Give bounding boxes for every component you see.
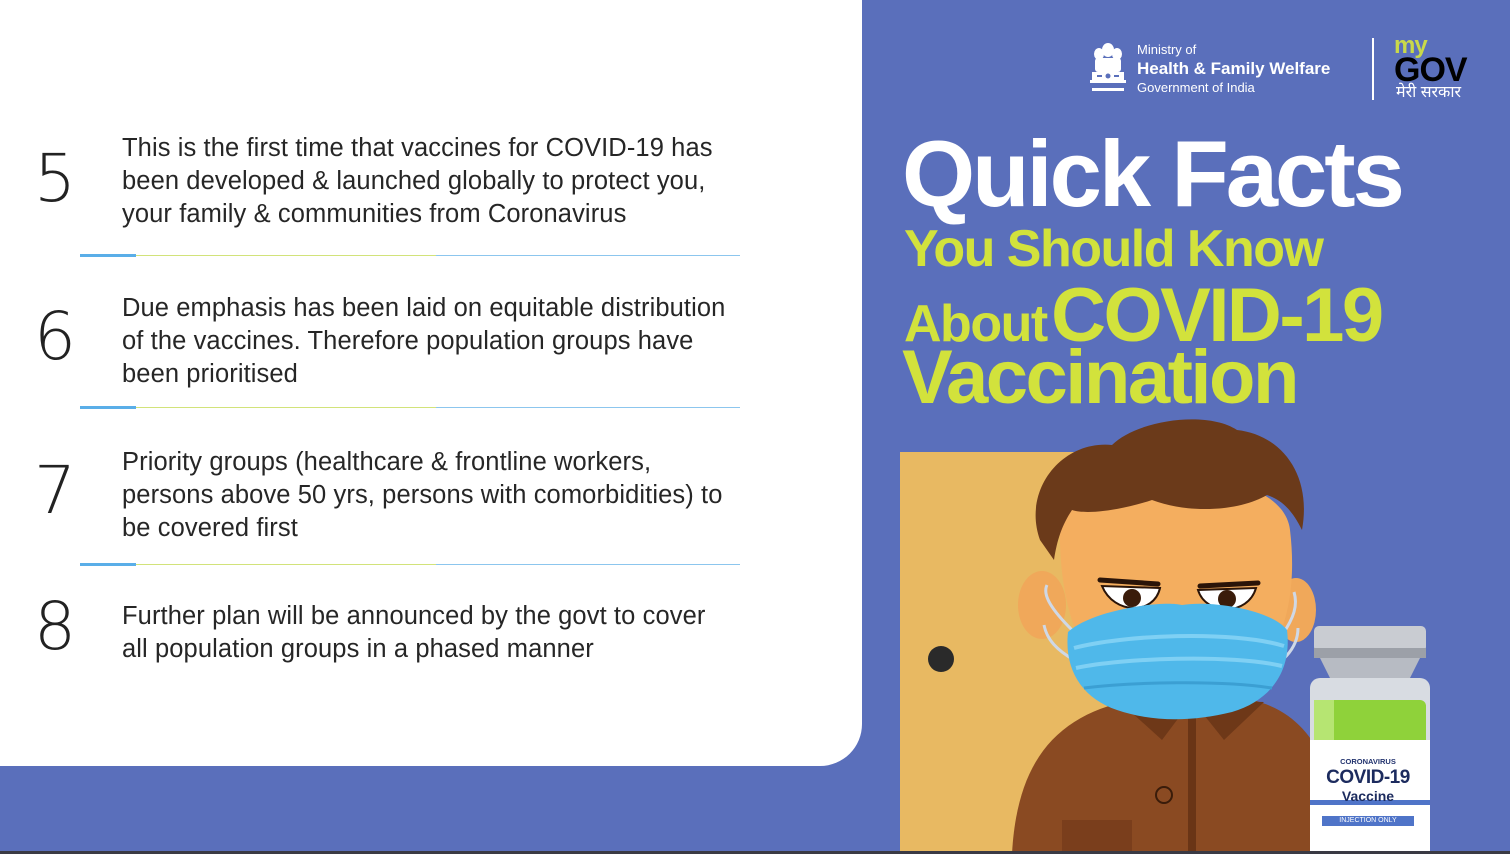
ministry-line: Government of India <box>1137 80 1255 95</box>
vial-coronavirus-text: CORONAVIRUS <box>1340 757 1396 766</box>
fact-divider <box>80 254 740 257</box>
heading-quick-facts: Quick Facts <box>902 121 1405 226</box>
mygov-subtitle: मेरी सरकार <box>1396 84 1462 101</box>
fact-text: Further plan will be announced by the go… <box>122 602 706 663</box>
vial-covid-text: COVID-19 <box>1326 767 1410 788</box>
infographic: 5 This is the first time that vaccines f… <box>0 0 1510 854</box>
logo-separator <box>1372 38 1374 100</box>
fact-number: 5 <box>34 140 76 217</box>
fact-number: 8 <box>34 588 76 665</box>
fact-divider <box>80 406 740 409</box>
fact-text: This is the first time that vaccines for… <box>122 134 713 228</box>
mygov-logo: my GOV मेरी सरकार <box>1394 34 1484 104</box>
fact-number: 7 <box>34 452 76 529</box>
fact-divider <box>80 563 740 566</box>
national-emblem-icon <box>1090 43 1126 91</box>
door-knob <box>928 646 954 672</box>
vaccine-vial-label: CORONAVIRUS COVID-19 Vaccine INJECTION O… <box>1310 740 1426 840</box>
vial-injection-note: INJECTION ONLY <box>1322 816 1414 826</box>
heading-you-should-know: You Should Know <box>904 220 1324 278</box>
ministry-line: Ministry of <box>1137 42 1197 57</box>
ministry-logo: Ministry of Health & Family Welfare Gove… <box>1088 40 1358 100</box>
facts-card: 5 This is the first time that vaccines f… <box>0 0 862 766</box>
fact-text: Due emphasis has been laid on equitable … <box>122 294 726 388</box>
ministry-name: Health & Family Welfare <box>1137 59 1331 78</box>
fact-text: Priority groups (healthcare & frontline … <box>122 448 723 542</box>
vial-vaccine-text: Vaccine <box>1341 788 1395 804</box>
fact-number: 6 <box>34 298 76 375</box>
